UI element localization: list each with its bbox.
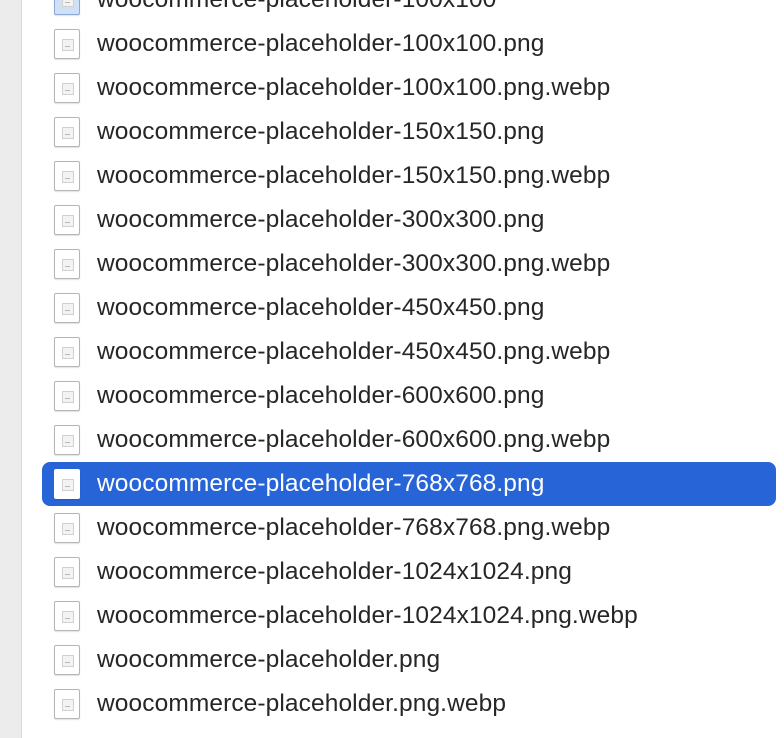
- sidebar-edge: [0, 0, 22, 738]
- file-row[interactable]: woocommerce-placeholder-600x600.png.webp: [42, 418, 776, 462]
- image-file-icon: [54, 601, 80, 631]
- image-file-icon: [54, 293, 80, 323]
- file-name: woocommerce-placeholder-600x600.png.webp: [97, 426, 611, 453]
- image-thumbnail-glyph: [62, 523, 74, 535]
- image-thumbnail-glyph: [62, 347, 74, 359]
- file-name: woocommerce-placeholder-600x600.png: [97, 382, 545, 409]
- file-row[interactable]: woocommerce-placeholder-150x150.png: [42, 110, 776, 154]
- file-row[interactable]: woocommerce-placeholder-300x300.png: [42, 198, 776, 242]
- image-thumbnail-glyph: [62, 303, 74, 315]
- file-name: woocommerce-placeholder-300x300.png.webp: [97, 250, 611, 277]
- image-file-icon: [54, 117, 80, 147]
- image-file-icon: [54, 249, 80, 279]
- file-list-rows: woocommerce-placeholder-100x100 woocommer…: [22, 0, 784, 726]
- file-row[interactable]: woocommerce-placeholder-150x150.png.webp: [42, 154, 776, 198]
- image-file-icon: [54, 469, 80, 499]
- file-row[interactable]: woocommerce-placeholder-1024x1024.png.we…: [42, 594, 776, 638]
- file-name: woocommerce-placeholder-100x100.png: [97, 30, 545, 57]
- file-row[interactable]: woocommerce-placeholder-100x100.png: [42, 22, 776, 66]
- image-file-icon: [54, 73, 80, 103]
- image-file-icon: [54, 557, 80, 587]
- file-name: woocommerce-placeholder-150x150.png: [97, 118, 545, 145]
- file-row[interactable]: woocommerce-placeholder-100x100.png.webp: [42, 66, 776, 110]
- image-thumbnail-glyph: [62, 655, 74, 667]
- file-row[interactable]: woocommerce-placeholder.png: [42, 638, 776, 682]
- image-file-icon: [54, 205, 80, 235]
- file-row[interactable]: woocommerce-placeholder-768x768.png.webp: [42, 506, 776, 550]
- image-thumbnail-glyph: [62, 391, 74, 403]
- file-name: woocommerce-placeholder-1024x1024.png.we…: [97, 602, 638, 629]
- image-file-icon: [54, 689, 80, 719]
- file-name: woocommerce-placeholder-100x100.png.webp: [97, 74, 611, 101]
- image-file-icon: [54, 381, 80, 411]
- image-thumbnail-glyph: [62, 215, 74, 227]
- image-file-icon: [54, 425, 80, 455]
- image-thumbnail-glyph: [62, 0, 74, 7]
- image-file-icon: [54, 513, 80, 543]
- image-file-icon: [54, 645, 80, 675]
- file-name: woocommerce-placeholder-300x300.png: [97, 206, 545, 233]
- file-name: woocommerce-placeholder-768x768.png: [97, 470, 545, 497]
- file-name: woocommerce-placeholder-100x100: [97, 0, 496, 14]
- file-name: woocommerce-placeholder.png.webp: [97, 690, 507, 717]
- image-thumbnail-glyph: [62, 171, 74, 183]
- file-row[interactable]: woocommerce-placeholder-1024x1024.png: [42, 550, 776, 594]
- file-name: woocommerce-placeholder.png: [97, 646, 441, 673]
- file-name: woocommerce-placeholder-450x450.png.webp: [97, 338, 611, 365]
- file-name: woocommerce-placeholder-768x768.png.webp: [97, 514, 611, 541]
- file-row[interactable]: woocommerce-placeholder-100x100: [42, 0, 776, 22]
- file-row[interactable]: woocommerce-placeholder-300x300.png.webp: [42, 242, 776, 286]
- file-name: woocommerce-placeholder-450x450.png: [97, 294, 545, 321]
- image-thumbnail-glyph: [62, 479, 74, 491]
- image-thumbnail-glyph: [62, 259, 74, 271]
- image-file-icon: [54, 337, 80, 367]
- file-row[interactable]: woocommerce-placeholder.png.webp: [42, 682, 776, 726]
- file-row[interactable]: woocommerce-placeholder-450x450.png.webp: [42, 330, 776, 374]
- image-file-icon: [54, 0, 80, 15]
- file-row[interactable]: woocommerce-placeholder-450x450.png: [42, 286, 776, 330]
- image-thumbnail-glyph: [62, 611, 74, 623]
- file-name: woocommerce-placeholder-1024x1024.png: [97, 558, 572, 585]
- file-row[interactable]: woocommerce-placeholder-600x600.png: [42, 374, 776, 418]
- file-name: woocommerce-placeholder-150x150.png.webp: [97, 162, 611, 189]
- image-file-icon: [54, 29, 80, 59]
- image-thumbnail-glyph: [62, 83, 74, 95]
- image-thumbnail-glyph: [62, 567, 74, 579]
- file-row-selected[interactable]: woocommerce-placeholder-768x768.png: [42, 462, 776, 506]
- image-thumbnail-glyph: [62, 435, 74, 447]
- file-list[interactable]: woocommerce-placeholder-100x100 woocommer…: [22, 0, 784, 738]
- image-thumbnail-glyph: [62, 127, 74, 139]
- image-file-icon: [54, 161, 80, 191]
- image-thumbnail-glyph: [62, 699, 74, 711]
- image-thumbnail-glyph: [62, 39, 74, 51]
